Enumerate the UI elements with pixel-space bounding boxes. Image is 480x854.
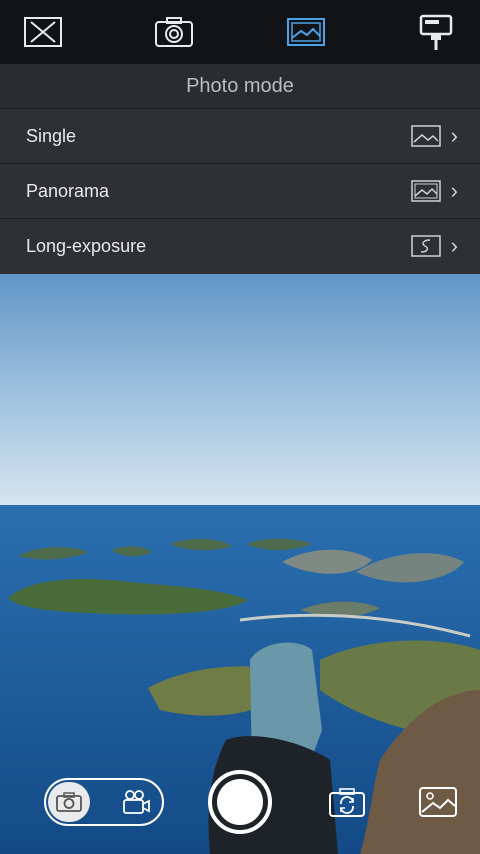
landscape-icon[interactable] <box>285 12 327 52</box>
camera-icon[interactable] <box>48 782 90 822</box>
camera-icon[interactable] <box>153 12 195 52</box>
menu-title: Photo mode <box>0 64 480 108</box>
switch-camera-icon[interactable] <box>328 788 366 818</box>
chevron-right-icon: › <box>450 233 458 258</box>
menu-item-panorama[interactable]: Panorama › <box>0 163 480 218</box>
long-exposure-icon <box>410 235 441 257</box>
menu-item-single[interactable]: Single › <box>0 108 480 163</box>
selfie-stick-icon[interactable] <box>416 12 458 52</box>
photo-video-toggle[interactable] <box>44 778 164 826</box>
chevron-right-icon: › <box>450 123 458 148</box>
menu-item-label: Long-exposure <box>26 235 147 256</box>
menu-item-label: Single <box>26 125 77 146</box>
photo-mode-menu: Photo mode Single › Panorama › Long-expo… <box>0 64 480 274</box>
close-box-icon[interactable] <box>22 12 64 52</box>
menu-item-long-exposure[interactable]: Long-exposure › <box>0 218 480 273</box>
camera-controls <box>0 766 480 846</box>
top-toolbar <box>0 0 480 64</box>
single-photo-icon <box>410 125 441 147</box>
chevron-right-icon: › <box>450 178 458 203</box>
shutter-button[interactable] <box>208 770 272 834</box>
gallery-icon[interactable] <box>418 786 458 818</box>
panorama-icon <box>410 180 441 202</box>
video-camera-icon[interactable] <box>120 788 152 816</box>
menu-item-label: Panorama <box>26 180 110 201</box>
